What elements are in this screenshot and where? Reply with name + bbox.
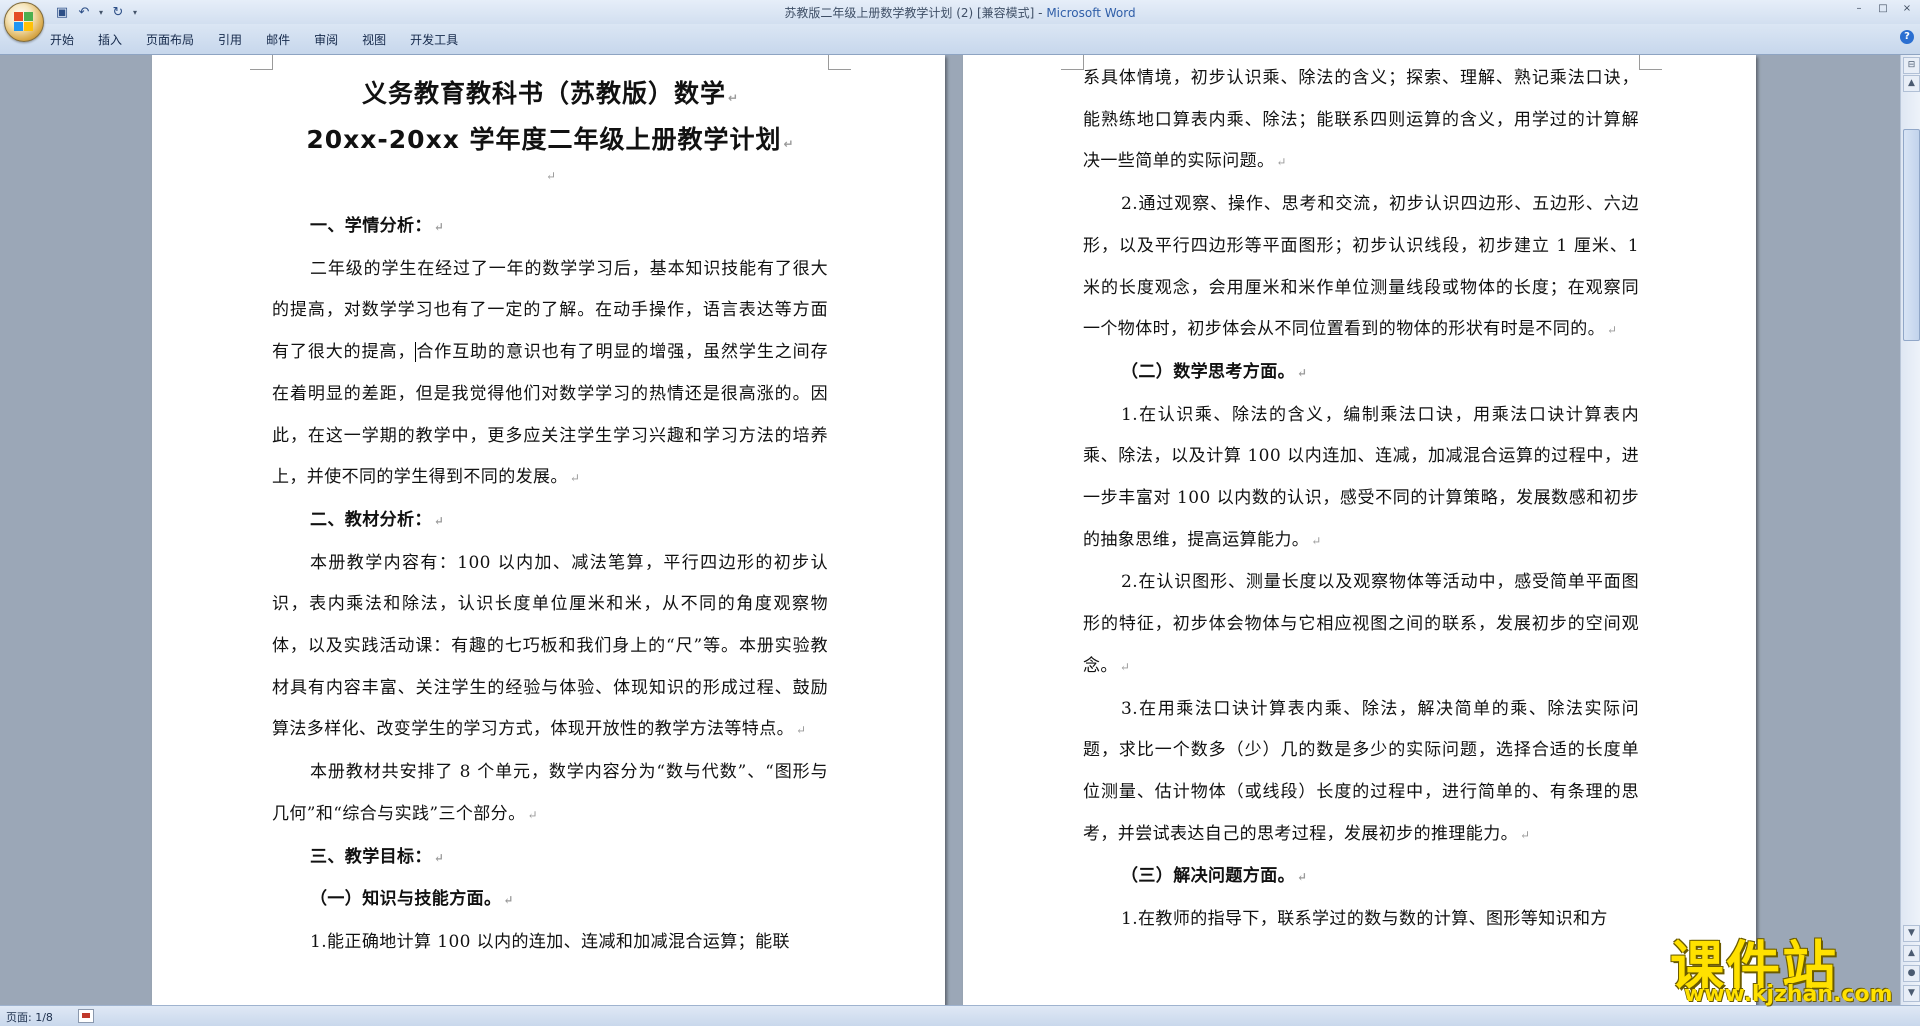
window-title: 苏教版二年级上册数学教学计划 (2) [兼容模式] - Microsoft Wo… [0, 4, 1920, 21]
document-workspace: 义务教育教科书（苏教版）数学 ↵ 20xx-20xx 学年度二年级上册教学计划 ↵ … [0, 55, 1900, 1005]
heading-teaching-goals: 三、教学目标： ↵ [310, 846, 444, 867]
paragraph: 本册教材共安排了 8 个单元，数学内容分为“数与代数”、“图形与几何”和“综合与… [272, 762, 828, 824]
watermark-url: www.kjzhan.com [1684, 982, 1893, 1007]
crop-mark [1061, 55, 1084, 70]
previous-page-icon[interactable]: ▲ [1903, 945, 1920, 962]
help-icon[interactable]: ? [1900, 30, 1914, 44]
paragraph: 2.通过观察、操作、思考和交流，初步认识四边形、五边形、六边形，以及平行四边形等… [1083, 194, 1639, 340]
subheading-math-thinking: （二）数学思考方面。 ↵ [1121, 361, 1308, 382]
scrollbar-thumb[interactable] [1903, 129, 1920, 341]
ruler-toggle-icon[interactable]: ⊟ [1903, 57, 1920, 74]
app-name: Microsoft Word [1046, 6, 1136, 20]
tab-insert[interactable]: 插入 [98, 29, 122, 50]
ribbon: 开始 插入 页面布局 引用 邮件 审阅 视图 开发工具 ? [0, 24, 1920, 55]
paragraph: 1.在教师的指导下，联系学过的数与数的计算、图形等知识和方 [1121, 909, 1608, 930]
title-bar: ▣ ↶ ▾ ↻ ▾ 苏教版二年级上册数学教学计划 (2) [兼容模式] - Mi… [0, 0, 1920, 24]
status-bar: 页面: 1/8 [0, 1005, 1920, 1026]
tab-references[interactable]: 引用 [218, 29, 242, 50]
page-2-text: 系具体情境，初步认识乘、除法的含义；探索、理解、熟记乘法口诀，能熟练地口算表内乘… [1083, 58, 1639, 941]
page-1-text: 义务教育教科书（苏教版）数学 ↵ 20xx-20xx 学年度二年级上册教学计划 ↵ … [272, 55, 828, 964]
paragraph: 系具体情境，初步认识乘、除法的含义；探索、理解、熟记乘法口诀，能熟练地口算表内乘… [1083, 68, 1639, 172]
office-button[interactable] [4, 2, 44, 42]
tab-view[interactable]: 视图 [362, 29, 386, 50]
crop-mark [1639, 55, 1662, 70]
paragraph: 1.在认识乘、除法的含义，编制乘法口诀，用乘法口诀计算表内乘、除法，以及计算 1… [1083, 404, 1639, 550]
empty-paragraph: ↵ [545, 169, 557, 183]
tab-home[interactable]: 开始 [50, 29, 74, 50]
scroll-up-icon[interactable]: ▲ [1903, 75, 1920, 92]
next-page-icon[interactable]: ▼ [1903, 985, 1920, 1002]
paragraph: 二年级的学生在经过了一年的数学学习后，基本知识技能有了很大的提高，对数学学习也有… [272, 258, 828, 488]
office-logo-icon [14, 12, 34, 32]
maximize-button[interactable]: □ [1876, 2, 1890, 16]
vertical-scrollbar[interactable]: ⊟ ▲ ▼ ▲ ● ▼ [1900, 55, 1920, 1005]
document-title: 苏教版二年级上册数学教学计划 (2) [兼容模式] - [784, 6, 1047, 20]
tab-review[interactable]: 审阅 [314, 29, 338, 50]
paragraph: 2.在认识图形、测量长度以及观察物体等活动中，感受简单平面图形的特征，初步体会物… [1083, 572, 1639, 676]
paragraph: 1.能正确地计算 100 以内的连加、连减和加减混合运算；能联 [310, 931, 790, 952]
tab-mailings[interactable]: 邮件 [266, 29, 290, 50]
tab-page-layout[interactable]: 页面布局 [146, 29, 194, 50]
crop-mark [828, 55, 851, 70]
page-number-indicator[interactable]: 页面: 1/8 [6, 1009, 53, 1025]
document-page-1[interactable]: 义务教育教科书（苏教版）数学 ↵ 20xx-20xx 学年度二年级上册教学计划 ↵ … [152, 55, 945, 1005]
document-page-2[interactable]: 系具体情境，初步认识乘、除法的含义；探索、理解、熟记乘法口诀，能熟练地口算表内乘… [963, 55, 1756, 1005]
doc-title-line-2: 20xx-20xx 学年度二年级上册教学计划 ↵ [306, 125, 794, 154]
proofing-status-icon[interactable] [78, 1009, 94, 1023]
ribbon-tabs: 开始 插入 页面布局 引用 邮件 审阅 视图 开发工具 [50, 29, 482, 50]
close-button[interactable]: × [1900, 2, 1914, 16]
window-controls: – □ × [1852, 2, 1914, 16]
tab-developer[interactable]: 开发工具 [410, 29, 458, 50]
heading-textbook-analysis: 二、教材分析： ↵ [310, 509, 444, 530]
minimize-button[interactable]: – [1852, 2, 1866, 16]
scroll-down-icon[interactable]: ▼ [1903, 925, 1920, 942]
doc-title-line-1: 义务教育教科书（苏教版）数学 ↵ [361, 79, 739, 108]
paragraph: 3.在用乘法口诀计算表内乘、除法，解决简单的乘、除法实际问题，求比一个数多（少）… [1083, 698, 1639, 844]
subheading-knowledge-skills: （一）知识与技能方面。 ↵ [310, 889, 514, 910]
crop-mark [250, 55, 273, 70]
heading-learning-analysis: 一、学情分析： ↵ [310, 216, 444, 236]
select-browse-object-icon[interactable]: ● [1903, 965, 1920, 982]
subheading-problem-solving: （三）解决问题方面。 ↵ [1121, 866, 1308, 887]
site-watermark: 课件站 www.kjzhan.com [1670, 922, 1900, 1012]
paragraph: 本册教学内容有：100 以内加、减法笔算，平行四边形的初步认识，表内乘法和除法，… [272, 552, 828, 740]
